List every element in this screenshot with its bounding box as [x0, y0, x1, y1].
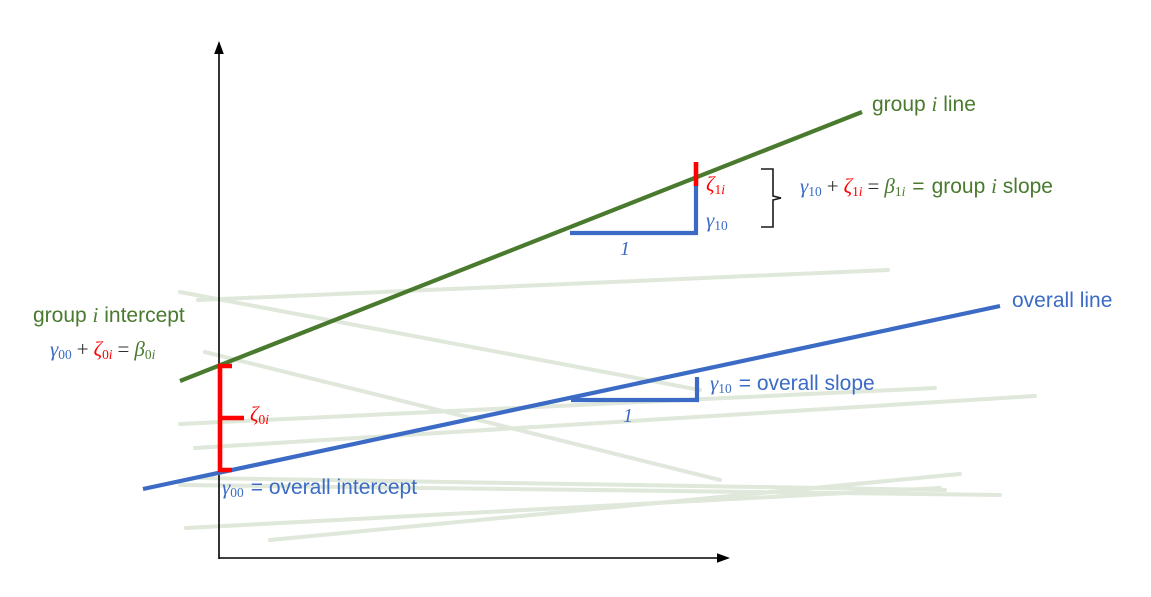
intercept-eq-beta: β0i — [134, 337, 156, 362]
overall-run-label: 1 — [623, 405, 633, 427]
slope-eq-beta: β1i — [884, 174, 906, 199]
zeta-0i-bracket — [217, 363, 244, 473]
intercept-eq-plus: + — [76, 337, 89, 361]
group-run-label: 1 — [620, 238, 630, 260]
intercept-eq-equals: = — [117, 337, 130, 361]
overall-slope-triangle — [571, 377, 700, 403]
overall-slope-text: = overall slope — [738, 372, 875, 395]
gamma-10-rise-label: γ10 — [706, 208, 728, 233]
slope-eq-text: group i slope — [931, 174, 1053, 198]
slope-eq-zeta: ζ1i — [843, 174, 863, 199]
faint-group-line-1 — [196, 268, 890, 302]
faint-group-line-0 — [178, 290, 702, 392]
overall-line-label: overall line — [1012, 289, 1113, 312]
group-slope-equation: γ10 + ζ1i = β1i = group i slope — [800, 174, 1053, 199]
slope-eq-equals-2: = — [912, 175, 925, 198]
group-intercept-equation: γ00 + ζ0i = β0i — [50, 337, 155, 362]
slope-equation-brace — [761, 168, 782, 228]
slope-eq-plus: + — [826, 174, 839, 198]
overall-regression-line — [142, 303, 1001, 492]
overall-intercept-label: γ00 = overall intercept — [222, 475, 417, 500]
intercept-eq-zeta: ζ0i — [93, 337, 113, 362]
overall-slope-label: γ10 = overall slope — [710, 371, 875, 396]
overall-slope-gamma: γ10 — [710, 371, 732, 396]
overall-intercept-gamma: γ00 — [222, 475, 244, 500]
slope-eq-equals-1: = — [867, 174, 880, 198]
zeta-1i-label: ζ1i — [706, 172, 725, 197]
diagram-canvas: group i line overall line ζ1i γ10 1 γ10 … — [0, 0, 1151, 597]
diagram-vector-layer — [142, 41, 1037, 563]
group-i-line-label: group i line — [872, 92, 976, 116]
intercept-eq-gamma: γ00 — [50, 337, 72, 362]
zeta-0i-label: ζ0i — [250, 402, 269, 427]
group-slope-triangle — [570, 185, 699, 236]
axis-x — [219, 553, 730, 563]
group-i-regression-line — [179, 110, 863, 383]
overall-intercept-text: = overall intercept — [250, 476, 418, 499]
group-i-intercept-title: group i intercept — [33, 303, 185, 327]
slope-eq-gamma: γ10 — [800, 174, 822, 199]
